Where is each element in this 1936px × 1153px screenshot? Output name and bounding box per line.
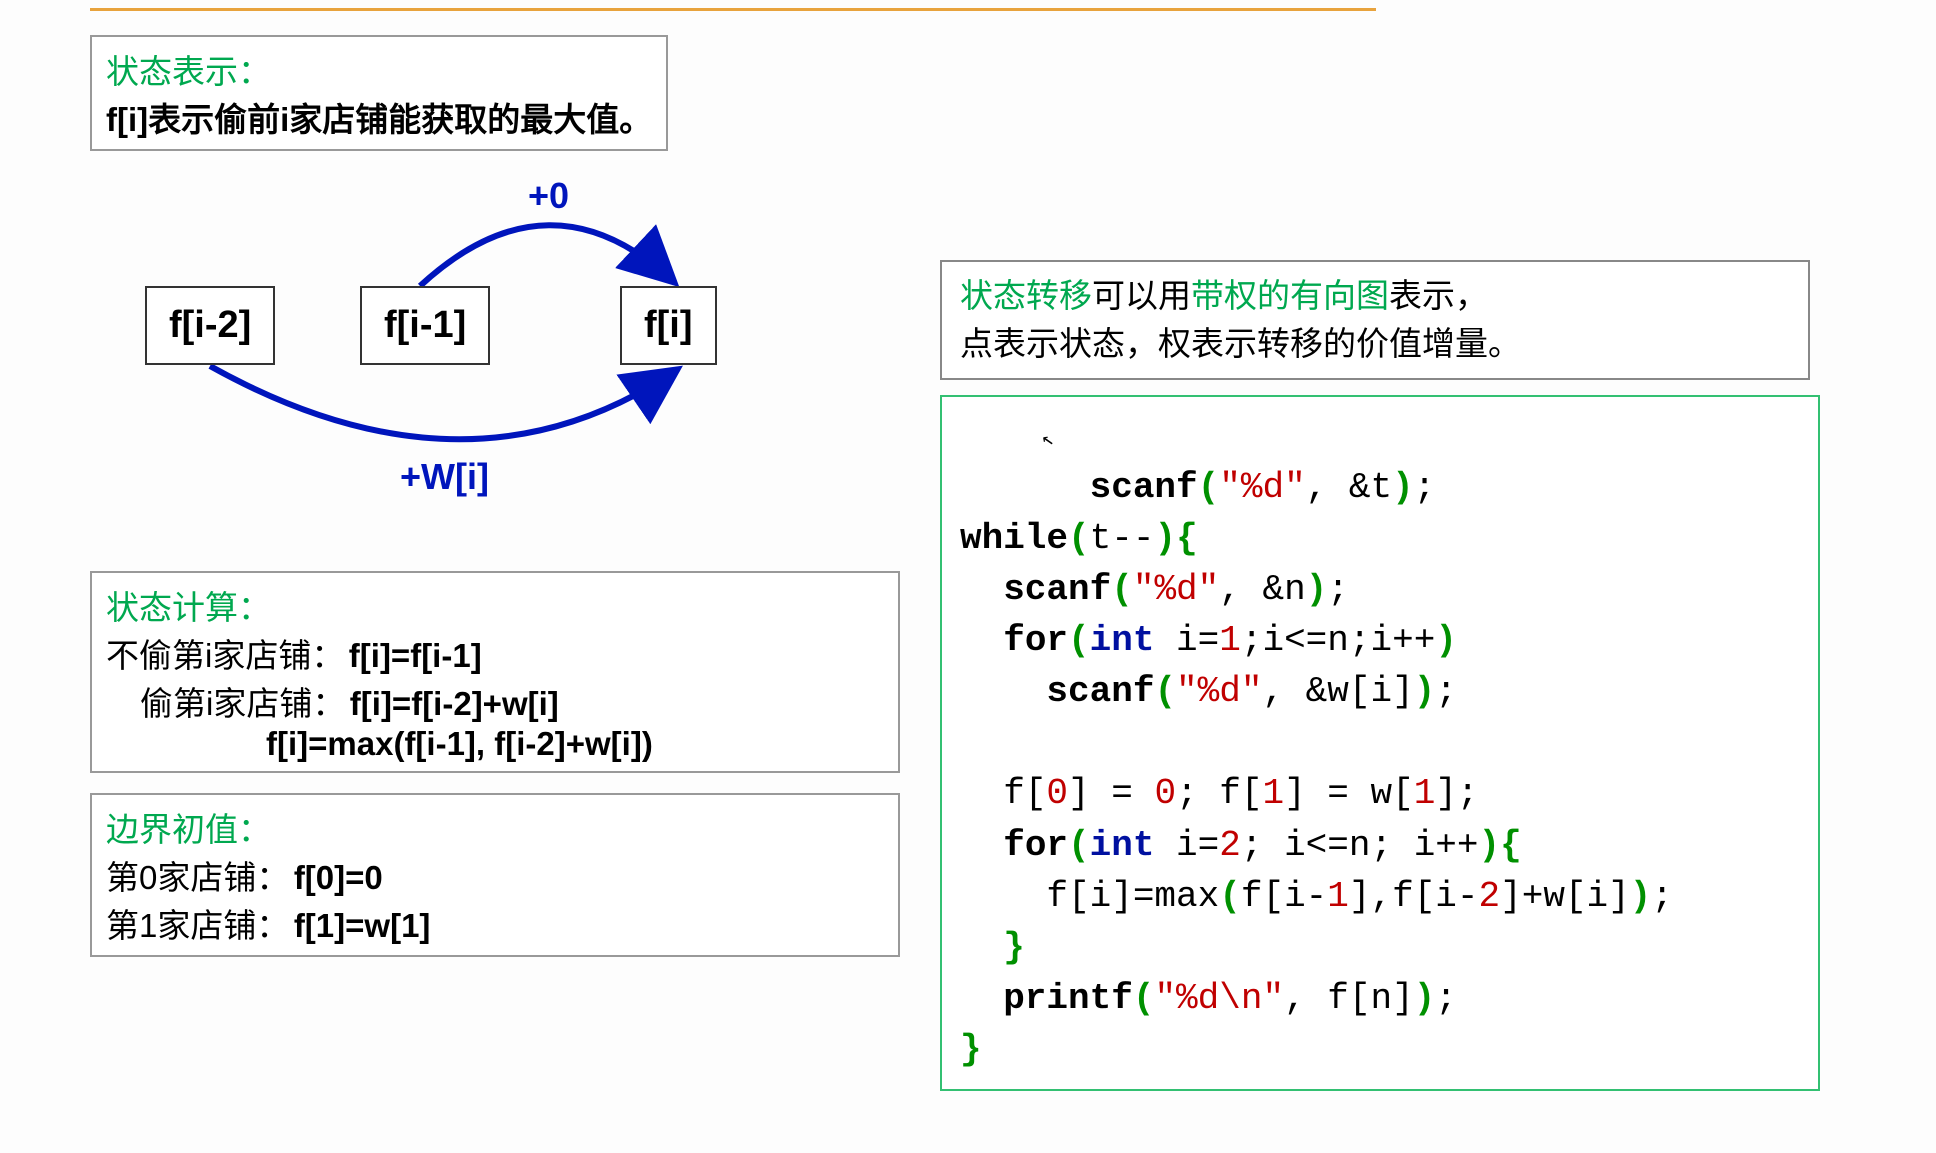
boundary-init-box: 边界初值： 第0家店铺： f[0]=0 第1家店铺： f[1]=w[1]: [90, 793, 900, 957]
label-plus-zero: +0: [528, 175, 569, 217]
calc-l1a: 不偷第i家店铺：: [106, 637, 344, 674]
node-fi1: f[i-1]: [360, 286, 490, 365]
tf-line2: 点表示状态，权表示转移的价值增量。: [960, 325, 1521, 362]
calc-l2b: f[i]=f[i-2]+w[i]: [350, 685, 559, 722]
init-title: 边界初值：: [106, 811, 271, 848]
label-plus-wi: +W[i]: [400, 456, 489, 498]
state-rep-body: f[i]表示偷前i家店铺能获取的最大值。: [106, 101, 652, 138]
calc-l2a: 偷第i家店铺：: [140, 685, 345, 722]
node-fi2: f[i-2]: [145, 286, 275, 365]
transition-diagram: f[i-2] f[i-1] f[i] +0 +W[i]: [90, 181, 900, 561]
calc-l3: f[i]=max(f[i-1], f[i-2]+w[i]): [266, 725, 653, 762]
state-transfer-box: 状态转移可以用带权的有向图表示， 点表示状态，权表示转移的价值增量。: [940, 260, 1810, 380]
state-representation-box: 状态表示： f[i]表示偷前i家店铺能获取的最大值。: [90, 35, 668, 151]
code-block: ↖scanf("%d", &t); while(t--){ scanf("%d"…: [940, 395, 1820, 1091]
tf-seg1: 状态转移: [960, 277, 1092, 314]
tf-seg3: 带权的有向图: [1191, 277, 1389, 314]
cursor-icon: ↖: [1040, 426, 1057, 456]
init-l2a: 第1家店铺：: [106, 907, 289, 944]
state-rep-title: 状态表示：: [106, 53, 271, 90]
init-l1a: 第0家店铺：: [106, 859, 289, 896]
tf-seg2: 可以用: [1092, 277, 1191, 314]
init-l2b: f[1]=w[1]: [294, 907, 431, 944]
init-l1b: f[0]=0: [294, 859, 383, 896]
node-fi: f[i]: [620, 286, 717, 365]
top-divider: [90, 8, 1376, 11]
calc-title: 状态计算：: [106, 589, 271, 626]
tf-seg4: 表示，: [1389, 277, 1488, 314]
state-calc-box: 状态计算： 不偷第i家店铺： f[i]=f[i-1] 偷第i家店铺： f[i]=…: [90, 571, 900, 773]
calc-l1b: f[i]=f[i-1]: [349, 637, 482, 674]
